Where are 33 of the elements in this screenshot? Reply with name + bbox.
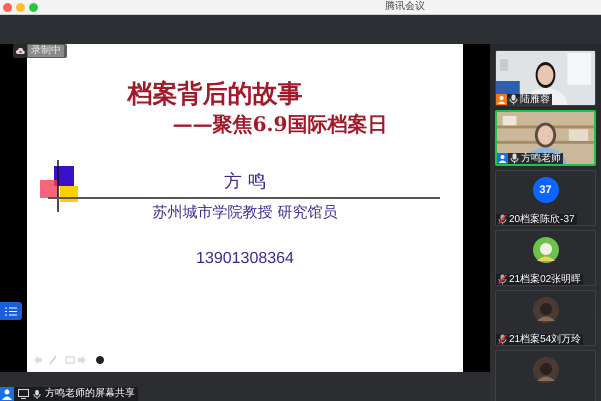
screen-share-icon — [18, 389, 29, 399]
participant-tile[interactable] — [495, 350, 596, 401]
avatar — [532, 237, 558, 263]
cloud-icon — [16, 48, 25, 54]
author-name: 方 鸣 — [224, 171, 266, 193]
affiliation: 苏州城市学院教授 研究馆员 — [152, 203, 338, 221]
participant-name: 21档案02张明晖 — [509, 274, 582, 285]
list-button[interactable] — [0, 302, 22, 320]
participant-name: 20档案陈欣-37 — [509, 214, 575, 225]
list-icon — [5, 306, 17, 316]
slide-title: 档案背后的故事 — [128, 80, 302, 108]
participant-tile[interactable]: 21档案54刘万玲 — [495, 290, 596, 346]
slide-subtitle: ——聚焦6.9国际档案日 — [172, 112, 388, 136]
avatar — [532, 357, 558, 383]
person-icon — [0, 387, 14, 401]
participant-tile[interactable]: 方鸣老师 — [495, 110, 596, 166]
avatar — [532, 297, 558, 323]
participant-tile[interactable]: 21档案02张明晖 — [495, 230, 596, 286]
minimize-button[interactable] — [16, 2, 25, 12]
recording-label: 录制中 — [28, 45, 64, 57]
participant-tile[interactable]: 陆雁蓉 — [495, 50, 596, 106]
participant-name: 21档案54刘万玲 — [509, 334, 582, 345]
participant-name: 陆雁蓉 — [520, 94, 550, 105]
phone-number: 13901308364 — [196, 250, 294, 268]
participant-name: 方鸣老师 — [521, 153, 561, 164]
window-title: 腾讯会议 — [385, 1, 425, 13]
avatar: 37 — [532, 177, 558, 203]
share-label: 方鸣老师的屏幕共享 — [45, 388, 136, 400]
mic-icon — [33, 388, 41, 400]
maximize-button[interactable] — [29, 2, 38, 12]
slide-controls-icon[interactable] — [32, 354, 104, 366]
participant-tile[interactable]: 37 20档案陈欣-37 — [495, 170, 596, 226]
close-button[interactable] — [3, 2, 12, 12]
